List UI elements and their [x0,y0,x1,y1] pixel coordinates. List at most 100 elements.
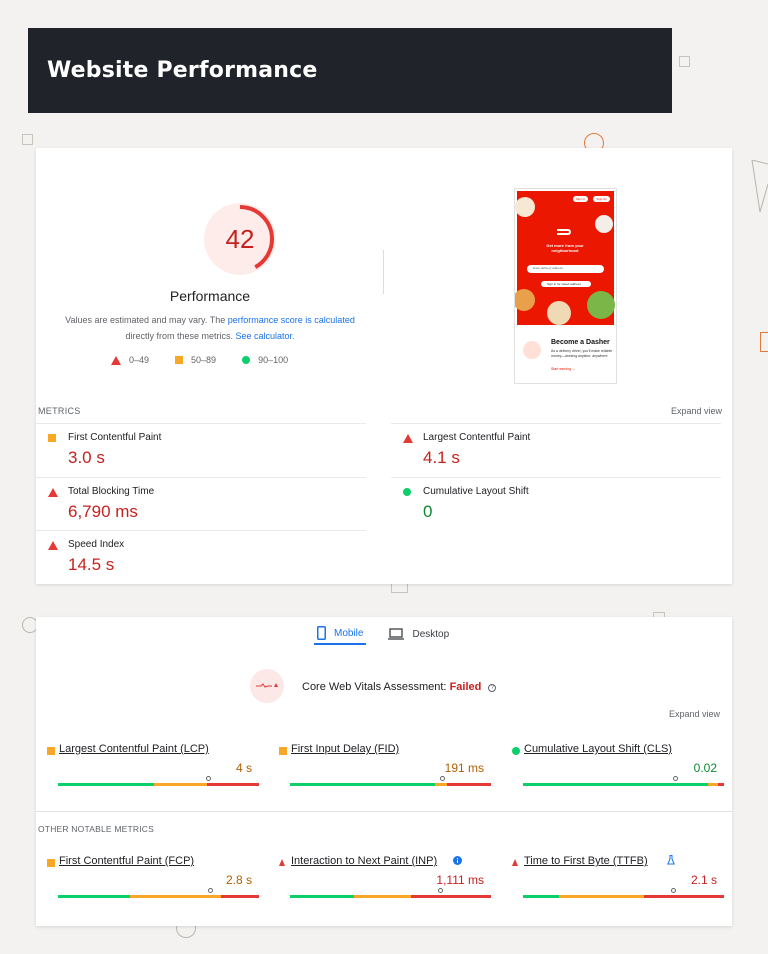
distribution-segment [206,783,259,786]
triangle-icon [403,434,413,443]
metrics-title: METRICS [38,406,81,416]
doordash-logo [557,229,571,235]
triangle-icon [111,355,121,365]
triangle-icon [512,859,518,866]
field-fcp: First Contentful Paint (FCP) 2.8 s [47,853,259,905]
tab-mobile[interactable]: Mobile [314,623,367,645]
metric-value: 3.0 s [68,448,105,467]
cwv-status: Failed [449,681,482,693]
p75-marker [207,888,213,893]
p75-marker [439,776,445,781]
dasher-body: As a delivery driver, you'll make reliab… [551,349,613,358]
field-lcp: Largest Contentful Paint (LCP) 4 s [47,741,259,793]
info-icon[interactable] [453,856,462,865]
field-metric-link[interactable]: Largest Contentful Paint (LCP) [59,743,209,755]
distribution-bar [58,895,259,898]
distribution-segment [523,895,560,898]
distribution-bar [290,783,491,786]
screenshot-signup: Sign Up [593,196,610,202]
circle-icon [242,356,251,364]
p75-marker [670,888,676,893]
distribution-bar [523,783,724,786]
distribution-segment [58,895,131,898]
field-metric-value: 2.8 s [225,873,252,887]
metrics-header: METRICS Expand view [36,404,732,424]
circle-icon [512,747,520,755]
distribution-segment [446,783,491,786]
final-screenshot[interactable]: Sign in Sign Up Get more from your neigh… [514,188,617,384]
distribution-segment [290,895,355,898]
legend-range: 50–89 [191,355,217,365]
field-metric-value: 4 s [235,761,252,775]
food-image [595,215,613,233]
metric-value: 4.1 s [423,448,460,467]
legend-range: 0–49 [129,355,150,365]
tab-label: Desktop [412,628,450,640]
help-icon[interactable]: ? [488,684,497,692]
metric-value: 14.5 s [68,555,115,574]
field-inp: Interaction to Next Paint (INP) 1,111 ms [279,853,491,905]
field-metric-link[interactable]: First Contentful Paint (FCP) [59,855,194,867]
score-calculation-link[interactable]: performance score is calculated [228,315,355,325]
screenshot-search: Enter delivery address [527,265,604,273]
see-calculator-link[interactable]: See calculator. [236,331,295,341]
cwv-assessment: Core Web Vitals Assessment: Failed ? [302,681,497,693]
cwv-failed-badge [250,669,284,703]
triangle-icon [279,859,285,866]
food-image [547,301,571,325]
field-metric-link[interactable]: Interaction to Next Paint (INP) [291,855,437,867]
other-metrics-title: OTHER NOTABLE METRICS [38,824,154,834]
metric-speed-index: Speed Index 14.5 s [36,530,366,584]
divider [383,250,384,294]
performance-gauge: 42 [203,202,277,276]
metric-tbt: Total Blocking Time 6,790 ms [36,477,366,531]
square-icon [279,747,287,755]
metric-label: First Contentful Paint [68,432,162,443]
field-ttfb: Time to First Byte (TTFB) 2.1 s [512,853,724,905]
field-fid: First Input Delay (FID) 191 ms [279,741,491,793]
distribution-segment [290,783,435,786]
dasher-link: Start earning → [551,367,576,371]
metric-label: Total Blocking Time [68,486,155,497]
field-metric-link[interactable]: First Input Delay (FID) [291,743,399,755]
field-metric-link[interactable]: Cumulative Layout Shift (CLS) [524,743,672,755]
metric-fcp: First Contentful Paint 3.0 s [36,423,366,477]
legend-range: 90–100 [258,355,289,365]
food-image [515,197,535,217]
page-header: Website Performance [28,28,672,113]
screenshot-button: Sign in for saved address [541,281,591,287]
p75-marker [437,888,443,893]
tab-desktop[interactable]: Desktop [388,623,449,645]
field-metric-value: 1,111 ms [436,873,484,887]
metric-label: Largest Contentful Paint [423,432,531,443]
decor-square [760,332,768,352]
metric-value: 6,790 ms [68,502,138,521]
flask-icon[interactable] [667,855,675,865]
expand-view-button[interactable]: Expand view [669,709,720,719]
note-text: directly from these metrics. [125,331,233,341]
decor-square [22,134,33,145]
device-tabs: Mobile Desktop [314,623,449,645]
note-text: Values are estimated and may vary. The [65,315,226,325]
performance-label: Performance [169,288,251,304]
dasher-illustration [523,341,541,359]
phone-icon [317,626,326,640]
metric-cls: Cumulative Layout Shift 0 [391,477,721,531]
tab-label: Mobile [334,627,364,639]
expand-view-button[interactable]: Expand view [671,406,722,416]
screenshot-tagline: Get more from your neighborhood [546,243,584,253]
field-metric-link[interactable]: Time to First Byte (TTFB) [524,855,648,867]
screenshot-signin: Sign in [572,196,588,202]
divider [36,811,732,812]
decor-square [391,583,408,593]
distribution-segment [154,783,207,786]
square-icon [47,859,55,867]
field-metric-value: 191 ms [444,761,484,775]
distribution-segment [717,783,724,786]
distribution-segment [58,783,155,786]
screenshot-hero: Sign in Sign Up Get more from your neigh… [515,191,615,325]
distribution-bar [290,895,491,898]
distribution-segment [434,783,447,786]
field-data-card: Mobile Desktop Core Web Vitals Assessmen… [36,617,732,926]
metric-lcp: Largest Contentful Paint 4.1 s [391,423,721,477]
